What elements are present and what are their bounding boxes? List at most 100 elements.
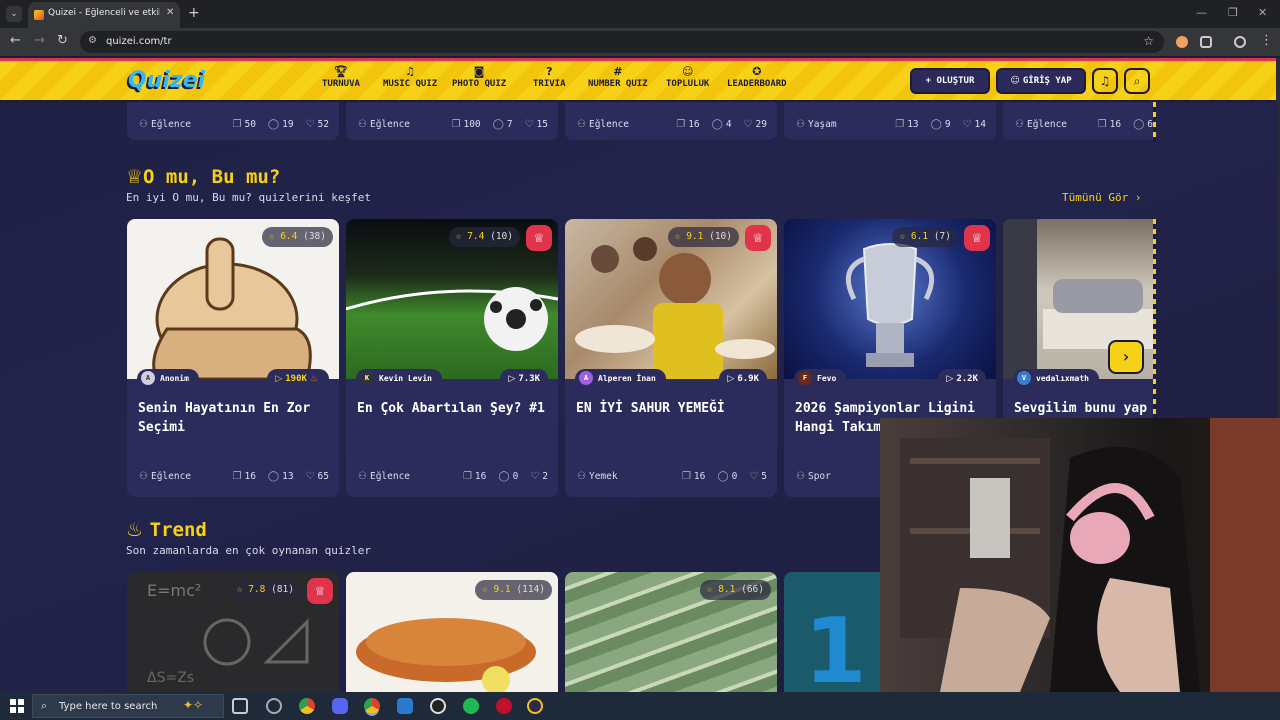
crown-icon: ♕ — [964, 225, 990, 251]
create-button[interactable]: + OLUŞTUR — [910, 68, 990, 94]
quiz-card[interactable]: ☆ 9.1 (10) ♕ A Alperen İnan ▷ 6.9K EN İYİ … — [565, 219, 777, 497]
nav-label: TURNUVA — [322, 79, 360, 89]
users-icon: ☺ — [681, 65, 694, 78]
card-questions: 16 — [474, 471, 487, 482]
menu-dots-icon[interactable]: ⋮ — [1260, 33, 1273, 48]
author-badge[interactable]: F Fevo — [794, 369, 847, 389]
category-icon: ⚇ — [1015, 119, 1024, 130]
chrome-active-icon[interactable] — [364, 698, 380, 714]
nav-leaderboard[interactable]: ✪ LEADERBOARD — [727, 65, 787, 89]
nav-topluluk[interactable]: ☺ TOPLULUK — [666, 65, 709, 89]
author-badge[interactable]: A Anonim — [137, 369, 199, 389]
author-badge[interactable]: K Kevin Levin — [356, 369, 442, 389]
quiz-card-partial[interactable]: ⚇ Eğlence ❐ 16 ◯ 4 ♡ 29 — [565, 102, 777, 140]
minimize-icon[interactable]: — — [1196, 6, 1207, 19]
login-button[interactable]: ☺ GİRİŞ YAP — [996, 68, 1086, 94]
category-icon: ⚇ — [358, 119, 367, 130]
heart-icon: ♡ — [305, 119, 315, 130]
profile-icon[interactable] — [1234, 36, 1246, 48]
rating-badge: ☆ 6.4 (38) — [261, 227, 333, 247]
extension-icon[interactable] — [1176, 36, 1188, 48]
task-view-icon[interactable] — [232, 698, 248, 714]
quiz-thumbnail: 1 — [784, 572, 884, 692]
site-info-icon[interactable]: ⚙ — [88, 35, 97, 46]
nav-trivia[interactable]: ? TRIVIA — [533, 65, 566, 89]
quiz-card[interactable]: ☆ 6.4 (38) A Anonim ▷ 190K ♨ Senin Hayatını… — [127, 219, 339, 497]
plays-count: 2.2K — [956, 374, 978, 384]
nav-turnuva[interactable]: 🏆︎ TURNUVA — [322, 65, 360, 89]
star-icon: ☆ — [236, 584, 243, 595]
steam-icon[interactable] — [266, 698, 282, 714]
quiz-card-partial[interactable]: ⚇ Yaşam ❐ 13 ◯ 9 ♡ 14 — [784, 102, 996, 140]
quizei-logo[interactable]: Quizei — [128, 68, 205, 93]
card-questions: 100 — [463, 119, 481, 130]
card-comments: 7 — [506, 119, 513, 130]
quiz-card[interactable]: 1 — [784, 572, 884, 692]
author-badge[interactable]: A Alperen İnan — [575, 369, 666, 389]
quiz-card-partial[interactable]: ⚇ Eğlence ❐ 16 ◯ 6 — [1003, 102, 1153, 140]
nav-photo-quiz[interactable]: ◙ PHOTO QUIZ — [452, 65, 506, 89]
category-icon: ⚇ — [796, 119, 805, 130]
card-category: Eğlence — [1026, 119, 1068, 130]
create-label: OLUŞTUR — [936, 76, 975, 86]
quiz-card-partial[interactable]: ⚇ Eğlence ❐ 100 ◯ 7 ♡ 15 — [346, 102, 558, 140]
card-comments: 4 — [725, 119, 732, 130]
rating-badge: ☆ 8.1 (66) — [699, 580, 771, 600]
close-tab-icon[interactable]: ✕ — [166, 7, 174, 18]
quiz-card[interactable]: ☆ 9.1 (114) — [346, 572, 558, 692]
new-tab-button[interactable]: + — [188, 5, 200, 21]
taskbar-search-box[interactable]: ⌕ Type here to search ✦✧ — [32, 694, 224, 718]
chrome-icon[interactable] — [299, 698, 315, 714]
extensions-puzzle-icon[interactable] — [1200, 36, 1212, 48]
quiz-card-partial[interactable]: ⚇ Eğlence ❐ 50 ◯ 19 ♡ 52 — [127, 102, 339, 140]
avatar: A — [579, 370, 593, 385]
svg-text:E=mc²: E=mc² — [147, 581, 201, 600]
quiz-title[interactable]: En Çok Abartılan Şey? #1 — [357, 399, 552, 418]
restore-icon[interactable]: ❐ — [1228, 6, 1238, 19]
close-window-icon[interactable]: ✕ — [1258, 6, 1267, 19]
quiz-card[interactable]: E=mc² ΔS=Zs ☆ 7.8 (81) ♕ — [127, 572, 339, 692]
plays-count: 190K — [285, 374, 307, 384]
bookmark-star-icon[interactable]: ☆ — [1143, 34, 1154, 48]
tab-search-button[interactable]: ⌄ — [6, 6, 22, 22]
spotify-icon[interactable] — [463, 698, 479, 714]
back-icon[interactable]: ← — [10, 33, 21, 48]
quiz-title[interactable]: Senin Hayatının En Zor Seçimi — [138, 399, 333, 437]
heart-icon: ♡ — [524, 119, 534, 130]
category-icon: ⚇ — [577, 471, 586, 482]
plays-badge: ▷ 190K ♨ — [267, 369, 329, 389]
nav-music-quiz[interactable]: ♫ MUSIC QUIZ — [383, 65, 437, 89]
comment-icon: ◯ — [930, 119, 942, 130]
bell-icon[interactable]: ♫ — [1092, 68, 1118, 94]
quiz-title[interactable]: Sevgilim bunu yap — [1014, 399, 1153, 418]
avatar: A — [141, 370, 155, 385]
app-icon[interactable] — [397, 698, 413, 714]
windows-start-icon[interactable] — [10, 699, 24, 713]
category-icon: ⚇ — [358, 471, 367, 482]
browser-tab[interactable]: Quizei - Eğlenceli ve etkileşimli ✕ — [28, 2, 180, 28]
card-category: Eğlence — [588, 119, 630, 130]
obs-icon[interactable] — [430, 698, 446, 714]
rating-count: (81) — [271, 584, 294, 595]
star-icon: ☆ — [268, 231, 275, 242]
forward-icon[interactable]: → — [34, 33, 45, 48]
quiz-card[interactable]: ☆ 8.1 (66) — [565, 572, 777, 692]
rating-count: (10) — [490, 231, 513, 242]
opera-icon[interactable] — [496, 698, 512, 714]
see-all-link[interactable]: Tümünü Gör › — [1062, 191, 1141, 204]
wow-icon[interactable] — [527, 698, 543, 714]
plus-icon: + — [925, 76, 937, 86]
play-icon: ▷ — [946, 374, 954, 384]
questions-icon: ❐ — [232, 471, 242, 482]
author-name: Alperen İnan — [598, 374, 656, 383]
reload-icon[interactable]: ↻ — [57, 33, 68, 48]
login-label: GİRİŞ YAP — [1022, 76, 1072, 86]
nav-number-quiz[interactable]: # NUMBER QUIZ — [588, 65, 648, 89]
address-bar[interactable]: ⚙ quizei.com/tr ☆ — [80, 31, 1164, 53]
discord-icon[interactable] — [332, 698, 348, 714]
carousel-next-button[interactable]: › — [1108, 340, 1144, 374]
search-icon[interactable]: ⌕ — [1124, 68, 1150, 94]
quiz-title[interactable]: EN İYİ SAHUR YEMEĞİ — [576, 399, 771, 418]
quiz-card[interactable]: ☆ 7.4 (10) ♕ K Kevin Levin ▷ 7.3K En Çok A… — [346, 219, 558, 497]
author-badge[interactable]: Vvedalıxmath — [1013, 369, 1099, 389]
